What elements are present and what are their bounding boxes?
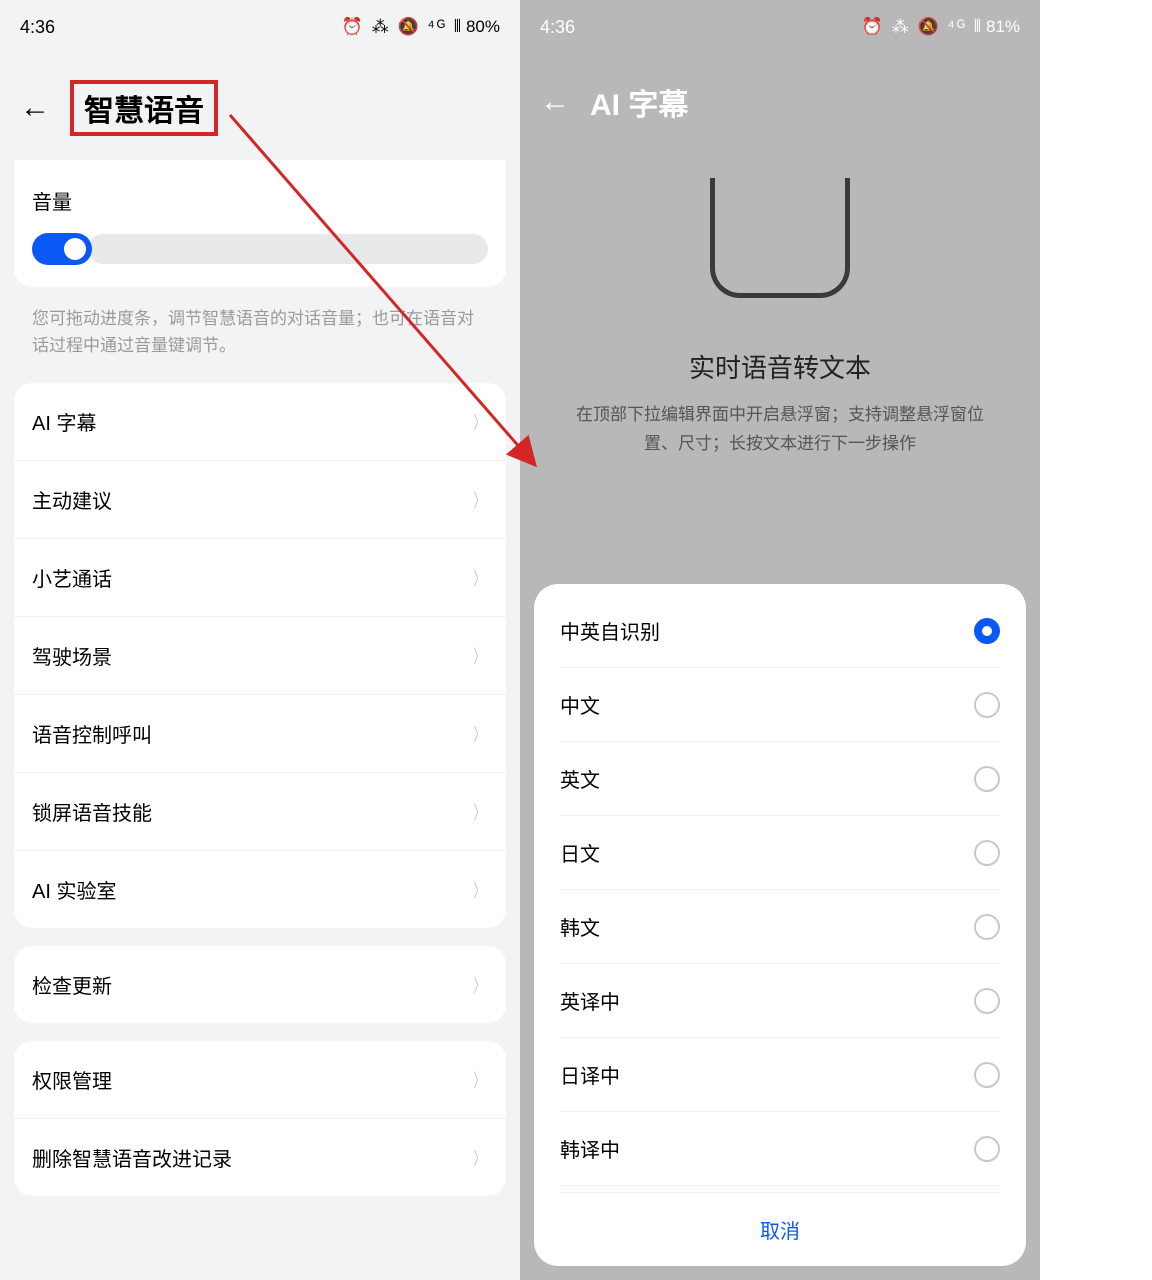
menu-label: 锁屏语音技能 xyxy=(32,797,152,826)
chevron-right-icon: 〉 xyxy=(474,877,485,903)
status-time: 4:36 xyxy=(20,17,55,38)
back-icon[interactable]: ← xyxy=(20,91,50,125)
status-right: ⏰ ⁂ 🔕 ⁴ᴳ ⫴ 80% xyxy=(342,17,500,37)
status-bar: 4:36 ⏰ ⁂ 🔕 ⁴ᴳ ⫴ 81% xyxy=(520,0,1040,50)
chevron-right-icon: 〉 xyxy=(474,799,485,825)
language-option[interactable]: 英文 xyxy=(560,742,1000,816)
menu-item[interactable]: AI 实验室 〉 xyxy=(14,851,506,928)
menu-label: 驾驶场景 xyxy=(32,641,112,670)
status-bar: 4:36 ⏰ ⁂ 🔕 ⁴ᴳ ⫴ 80% xyxy=(0,0,520,50)
menu-item[interactable]: AI 字幕 〉 xyxy=(14,383,506,461)
menu-group-1: AI 字幕〉主动建议〉小艺通话〉驾驶场景〉语音控制呼叫〉锁屏语音技能〉AI 实验… xyxy=(14,383,506,928)
menu-item[interactable]: 驾驶场景 〉 xyxy=(14,617,506,695)
menu-item[interactable]: 语音控制呼叫 〉 xyxy=(14,695,506,773)
language-option[interactable]: 英译中 xyxy=(560,964,1000,1038)
option-label: 日文 xyxy=(560,838,600,867)
menu-item[interactable]: 删除智慧语音改进记录 〉 xyxy=(14,1119,506,1196)
radio-icon xyxy=(974,618,1000,644)
menu-item[interactable]: 权限管理 〉 xyxy=(14,1041,506,1119)
option-label: 中文 xyxy=(560,690,600,719)
volume-slider[interactable] xyxy=(32,233,488,265)
language-option[interactable]: 韩译中 xyxy=(560,1112,1000,1186)
menu-item[interactable]: 检查更新 〉 xyxy=(14,946,506,1023)
menu-label: 主动建议 xyxy=(32,485,112,514)
language-option[interactable]: 日译中 xyxy=(560,1038,1000,1112)
status-icons: ⏰ ⁂ 🔕 ⁴ᴳ ⫴ xyxy=(342,17,463,37)
radio-icon xyxy=(974,692,1000,718)
menu-label: 删除智慧语音改进记录 xyxy=(32,1143,232,1172)
radio-icon xyxy=(974,766,1000,792)
volume-label: 音量 xyxy=(32,186,488,215)
language-option[interactable]: 日文 xyxy=(560,816,1000,890)
option-label: 日译中 xyxy=(560,1060,620,1089)
chevron-right-icon: 〉 xyxy=(474,487,485,513)
language-option[interactable]: 韩文 xyxy=(560,890,1000,964)
radio-icon xyxy=(974,988,1000,1014)
language-option[interactable]: 中英自识别 xyxy=(560,594,1000,668)
menu-item[interactable]: 锁屏语音技能 〉 xyxy=(14,773,506,851)
status-icons: ⏰ ⁂ 🔕 ⁴ᴳ ⫴ xyxy=(862,17,983,37)
battery-text: 80% xyxy=(466,17,500,37)
chevron-right-icon: 〉 xyxy=(474,565,485,591)
menu-label: 语音控制呼叫 xyxy=(32,719,152,748)
menu-label: 检查更新 xyxy=(32,970,112,999)
language-option-sheet: 中英自识别中文英文日文韩文英译中日译中韩译中取消 xyxy=(534,584,1026,1266)
menu-item[interactable]: 小艺通话 〉 xyxy=(14,539,506,617)
status-right: ⏰ ⁂ 🔕 ⁴ᴳ ⫴ 81% xyxy=(862,17,1020,37)
battery-text: 81% xyxy=(986,17,1020,37)
option-label: 中英自识别 xyxy=(560,616,660,645)
menu-label: 权限管理 xyxy=(32,1065,112,1094)
chevron-right-icon: 〉 xyxy=(474,1145,485,1171)
chevron-right-icon: 〉 xyxy=(474,721,485,747)
phone-frame-graphic xyxy=(710,178,850,298)
menu-label: AI 实验室 xyxy=(32,875,116,904)
radio-icon xyxy=(974,914,1000,940)
page-title: 智慧语音 xyxy=(70,80,218,136)
volume-card: 音量 xyxy=(14,160,506,287)
radio-icon xyxy=(974,1062,1000,1088)
chevron-right-icon: 〉 xyxy=(474,972,485,998)
menu-label: AI 字幕 xyxy=(32,407,96,436)
back-icon[interactable]: ← xyxy=(540,85,570,119)
settings-screen: 4:36 ⏰ ⁂ 🔕 ⁴ᴳ ⫴ 80% ← 智慧语音 音量 您可拖动进度条，调节… xyxy=(0,0,520,1280)
hint-text: 您可拖动进度条，调节智慧语音的对话音量；也可在语音对话过程中通过音量键调节。 xyxy=(0,305,520,383)
subtitle-screen: 4:36 ⏰ ⁂ 🔕 ⁴ᴳ ⫴ 81% ← AI 字幕 实时语音转文本 在顶部下… xyxy=(520,0,1040,1280)
info-description: 在顶部下拉编辑界面中开启悬浮窗；支持调整悬浮窗位置、尺寸；长按文本进行下一步操作 xyxy=(520,401,1040,459)
radio-icon xyxy=(974,1136,1000,1162)
info-title: 实时语音转文本 xyxy=(520,348,1040,385)
radio-icon xyxy=(974,840,1000,866)
cancel-button[interactable]: 取消 xyxy=(560,1192,1000,1258)
menu-group-2: 检查更新 〉 xyxy=(14,946,506,1023)
menu-label: 小艺通话 xyxy=(32,563,112,592)
menu-group-3: 权限管理〉删除智慧语音改进记录〉 xyxy=(14,1041,506,1196)
chevron-right-icon: 〉 xyxy=(474,1067,485,1093)
header: ← 智慧语音 xyxy=(0,50,520,160)
chevron-right-icon: 〉 xyxy=(474,643,485,669)
option-label: 韩文 xyxy=(560,912,600,941)
menu-item[interactable]: 主动建议 〉 xyxy=(14,461,506,539)
chevron-right-icon: 〉 xyxy=(474,409,485,435)
status-time: 4:36 xyxy=(540,17,575,38)
option-label: 韩译中 xyxy=(560,1134,620,1163)
option-label: 英文 xyxy=(560,764,600,793)
page-title: AI 字幕 xyxy=(590,80,688,124)
header: ← AI 字幕 xyxy=(520,50,1040,148)
option-label: 英译中 xyxy=(560,986,620,1015)
language-option[interactable]: 中文 xyxy=(560,668,1000,742)
